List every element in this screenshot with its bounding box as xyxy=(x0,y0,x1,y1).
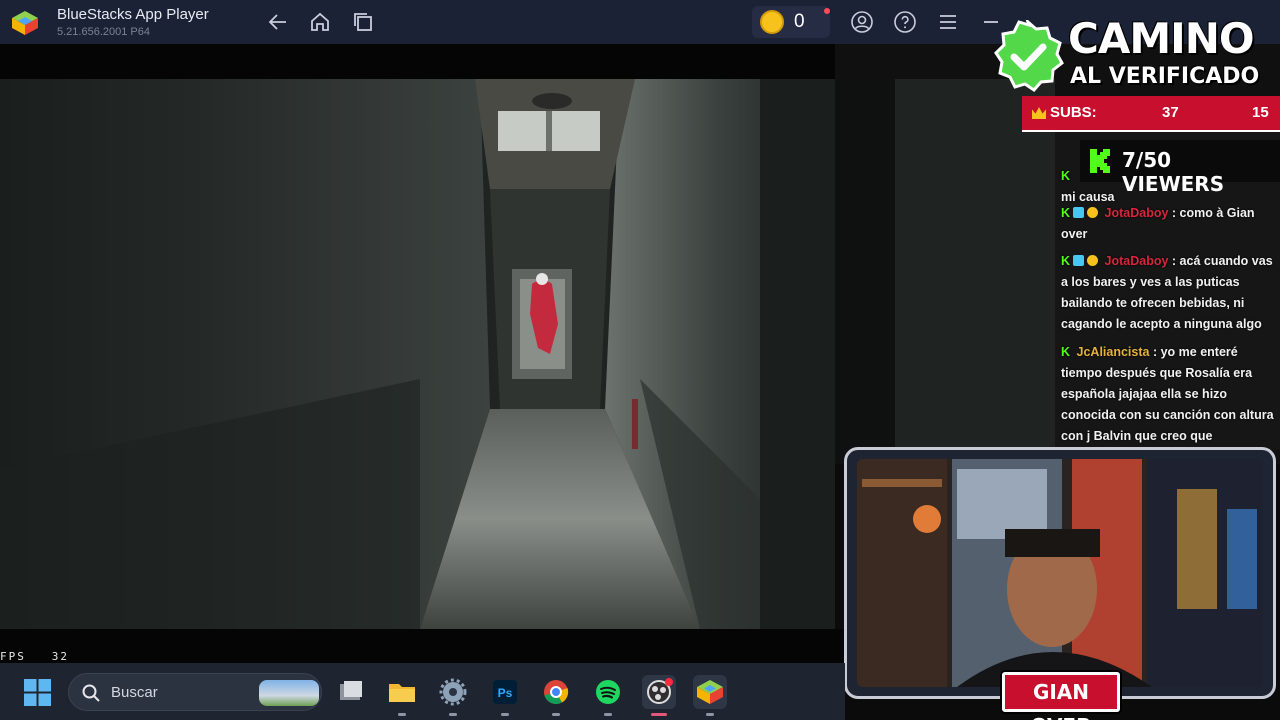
coin-count: 0 xyxy=(794,11,805,32)
game-view[interactable] xyxy=(0,79,835,629)
streamer-nameplate: GIAN OVER xyxy=(1002,672,1120,720)
running-indicator xyxy=(501,713,509,716)
notification-dot xyxy=(824,8,830,14)
corridor-scene xyxy=(0,79,835,629)
subs-goal: 15 xyxy=(1252,104,1269,121)
bluestacks-logo-icon xyxy=(12,11,38,35)
webcam-feed xyxy=(857,459,1263,687)
chrome-icon[interactable] xyxy=(539,675,573,716)
subs-count: 37 xyxy=(1162,104,1179,121)
subs-label: SUBS: xyxy=(1050,104,1097,121)
coins-widget[interactable]: 0 xyxy=(752,6,830,38)
back-icon[interactable] xyxy=(266,10,290,34)
goal-subheadline: AL VERIFICADO xyxy=(1070,64,1260,89)
running-indicator xyxy=(706,713,714,716)
taskbar-search[interactable]: Buscar xyxy=(68,673,322,711)
search-highlight-image xyxy=(259,680,319,706)
active-indicator xyxy=(651,713,667,716)
gift-badge-icon xyxy=(1073,255,1085,266)
running-indicator xyxy=(604,713,612,716)
crown-icon xyxy=(1032,107,1046,119)
file-explorer-icon[interactable] xyxy=(385,675,419,716)
coin-icon xyxy=(760,10,784,34)
account-icon[interactable] xyxy=(850,10,874,34)
windows-start-icon[interactable] xyxy=(24,679,51,706)
kick-logo-icon xyxy=(1090,149,1110,173)
goal-headline: CAMINO xyxy=(1068,14,1255,63)
running-indicator xyxy=(398,713,406,716)
fps-strip xyxy=(0,629,845,663)
sub-badge-icon xyxy=(1087,207,1099,218)
bluestacks-icon[interactable] xyxy=(693,675,727,716)
chat-message: K JotaDaboy : como à Gian over xyxy=(1061,203,1275,245)
chat-username[interactable]: JcAliancista xyxy=(1077,345,1150,359)
app-title: BlueStacks App Player xyxy=(57,6,209,23)
menu-icon[interactable] xyxy=(936,10,960,34)
kick-badge-icon: K xyxy=(1061,254,1071,268)
screen: BlueStacks App Player 5.21.656.2001 P64 … xyxy=(0,0,1280,720)
kick-badge-icon: K xyxy=(1061,345,1071,359)
multi-instance-icon[interactable] xyxy=(351,10,375,34)
kick-badge-icon: K xyxy=(1061,206,1071,220)
chat-text: mi causa xyxy=(1061,190,1115,204)
sub-badge-icon xyxy=(1087,255,1099,266)
kick-badge-icon: K xyxy=(1061,169,1071,183)
search-placeholder: Buscar xyxy=(111,684,158,701)
chat-username[interactable]: JotaDaboy xyxy=(1105,254,1169,268)
viewers-text: 7/50 VIEWERS xyxy=(1122,148,1225,196)
photoshop-label: Ps xyxy=(498,686,513,700)
fps-counter: FPS 32 xyxy=(0,650,69,663)
chat-text: : yo me enteré tiempo después que Rosalí… xyxy=(1061,345,1274,443)
chat-message: K JcAliancista : yo me enteré tiempo des… xyxy=(1061,342,1275,447)
gift-badge-icon xyxy=(1073,207,1085,218)
windows-taskbar: Buscar Ps xyxy=(0,663,845,720)
settings-icon[interactable] xyxy=(436,675,470,716)
subs-goal-bar: SUBS: 37 15 xyxy=(1022,96,1280,132)
app-version: 5.21.656.2001 P64 xyxy=(57,26,150,38)
photoshop-icon[interactable]: Ps xyxy=(488,675,522,716)
running-indicator xyxy=(449,713,457,716)
webcam-scene xyxy=(857,459,1263,687)
viewers-counter: 7/50 VIEWERS xyxy=(1080,140,1280,196)
webcam-frame xyxy=(844,447,1276,699)
spotify-icon[interactable] xyxy=(591,675,625,716)
fps-label: FPS xyxy=(0,650,26,663)
verified-check-icon xyxy=(994,20,1064,92)
help-icon[interactable] xyxy=(893,10,917,34)
fps-value: 32 xyxy=(51,650,69,663)
search-icon xyxy=(82,684,100,702)
running-indicator xyxy=(552,713,560,716)
chat-message: K JotaDaboy : acá cuando vas a los bares… xyxy=(1061,251,1275,335)
obs-icon[interactable] xyxy=(642,675,676,716)
files-app-icon[interactable] xyxy=(334,675,368,709)
chat-username[interactable]: JotaDaboy xyxy=(1105,206,1169,220)
home-icon[interactable] xyxy=(308,10,332,34)
